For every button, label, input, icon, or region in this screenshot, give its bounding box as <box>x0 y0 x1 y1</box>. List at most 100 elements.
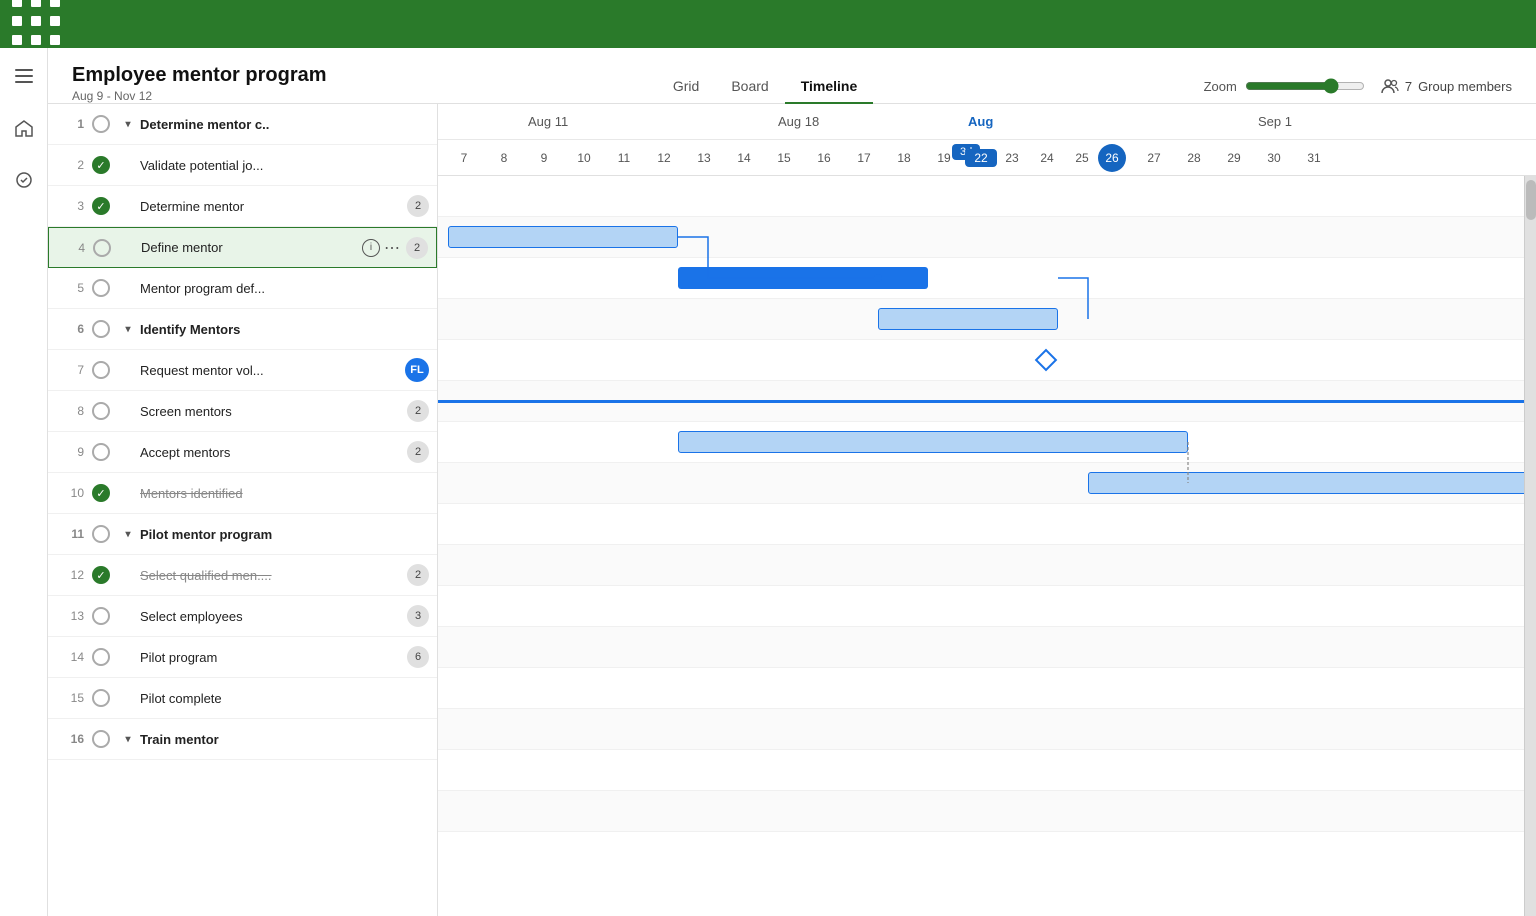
gantt-bar[interactable] <box>678 267 928 289</box>
body-split: 1 ▾ Determine mentor c.. 2 ✓ Validate po… <box>48 104 1536 916</box>
more-options-icon[interactable]: ⋯ <box>384 238 400 258</box>
timeline-row <box>438 258 1536 299</box>
date-labels-row: Aug 11 Aug 18 Aug Sep 1 <box>438 104 1536 140</box>
task-badge: 2 <box>407 400 429 422</box>
row-status <box>90 441 112 463</box>
day-23: 23 <box>996 151 1028 165</box>
timeline-area: Aug 11 Aug 18 Aug Sep 1 7 8 9 10 11 12 1… <box>438 104 1536 916</box>
task-row[interactable]: 1 ▾ Determine mentor c.. <box>48 104 437 145</box>
day-22: 22 <box>965 149 997 167</box>
task-row[interactable]: 5 Mentor program def... <box>48 268 437 309</box>
day-27: 27 <box>1138 151 1170 165</box>
gantt-bar[interactable] <box>438 400 1536 403</box>
row-num: 3 <box>56 199 84 213</box>
row-status <box>90 277 112 299</box>
zoom-control: Zoom <box>1204 78 1365 94</box>
row-status <box>90 113 112 135</box>
main-layout: Employee mentor program Aug 9 - Nov 12 G… <box>0 48 1536 916</box>
status-circle <box>92 115 110 133</box>
tab-board[interactable]: Board <box>715 70 784 104</box>
task-name: Pilot program <box>140 650 401 665</box>
gantt-bar[interactable] <box>878 308 1058 330</box>
row-status <box>90 687 112 709</box>
task-row[interactable]: 11 ▾ Pilot mentor program <box>48 514 437 555</box>
task-row[interactable]: 16 ▾ Train mentor <box>48 719 437 760</box>
timeline-row <box>438 791 1536 832</box>
task-row[interactable]: 4 Define mentor i ⋯ 2 <box>48 227 437 268</box>
gantt-bar[interactable] <box>1088 472 1536 494</box>
task-name: Train mentor <box>140 732 429 747</box>
task-row[interactable]: 12 ✓ Select qualified men.... 2 <box>48 555 437 596</box>
row-num: 14 <box>56 650 84 664</box>
row-num: 7 <box>56 363 84 377</box>
task-row[interactable]: 3 ✓ Determine mentor 2 <box>48 186 437 227</box>
timeline-rows <box>438 176 1536 832</box>
status-check-icon: ✓ <box>92 197 110 215</box>
gantt-diamond[interactable] <box>1035 349 1058 372</box>
day-28: 28 <box>1178 151 1210 165</box>
status-circle <box>92 525 110 543</box>
row-num: 5 <box>56 281 84 295</box>
row-status <box>91 237 113 259</box>
project-title: Employee mentor program <box>72 64 327 87</box>
task-row[interactable]: 6 ▾ Identify Mentors <box>48 309 437 350</box>
task-row[interactable]: 2 ✓ Validate potential jo... <box>48 145 437 186</box>
group-members-count: 7 <box>1405 79 1412 94</box>
task-badge: 2 <box>407 441 429 463</box>
task-row[interactable]: 8 Screen mentors 2 <box>48 391 437 432</box>
task-name: Select employees <box>140 609 401 624</box>
gantt-bar[interactable] <box>678 431 1188 453</box>
timeline-row <box>438 504 1536 545</box>
gantt-bar[interactable] <box>448 226 678 248</box>
group-members-icon <box>1381 77 1399 95</box>
timeline-row <box>438 545 1536 586</box>
row-num: 1 <box>56 117 84 131</box>
status-circle <box>92 279 110 297</box>
tab-grid[interactable]: Grid <box>657 70 715 104</box>
date-aug11: Aug 11 <box>528 114 568 129</box>
hamburger-icon[interactable] <box>8 60 40 92</box>
timeline-row <box>438 750 1536 791</box>
task-row[interactable]: 13 Select employees 3 <box>48 596 437 637</box>
task-row[interactable]: 9 Accept mentors 2 <box>48 432 437 473</box>
chevron-icon[interactable]: ▾ <box>120 324 136 335</box>
tab-timeline[interactable]: Timeline <box>785 70 874 104</box>
group-members-button[interactable]: 7 Group members <box>1381 77 1512 95</box>
chevron-icon[interactable]: ▾ <box>120 529 136 540</box>
day-29: 29 <box>1218 151 1250 165</box>
row-status <box>90 359 112 381</box>
task-name: Pilot mentor program <box>140 527 429 542</box>
task-name: Pilot complete <box>140 691 429 706</box>
task-row[interactable]: 10 ✓ Mentors identified <box>48 473 437 514</box>
task-row[interactable]: 15 Pilot complete <box>48 678 437 719</box>
status-circle <box>92 730 110 748</box>
task-panel: 1 ▾ Determine mentor c.. 2 ✓ Validate po… <box>48 104 438 916</box>
app-launcher-button[interactable] <box>12 0 66 51</box>
task-name: Screen mentors <box>140 404 401 419</box>
status-check-icon: ✓ <box>92 484 110 502</box>
task-badge: 6 <box>407 646 429 668</box>
header-right: Zoom 7 Group members <box>1204 77 1512 103</box>
info-icon[interactable]: i <box>362 239 380 257</box>
task-row[interactable]: 14 Pilot program 6 <box>48 637 437 678</box>
timeline-row <box>438 709 1536 750</box>
zoom-slider[interactable] <box>1245 78 1365 94</box>
top-bar <box>0 0 1536 48</box>
my-tasks-icon[interactable] <box>8 164 40 196</box>
zoom-label: Zoom <box>1204 79 1237 94</box>
row-status <box>90 318 112 340</box>
home-icon[interactable] <box>8 112 40 144</box>
day-12: 12 <box>648 151 680 165</box>
task-row[interactable]: 7 Request mentor vol... FL <box>48 350 437 391</box>
row-status: ✓ <box>90 564 112 586</box>
timeline-scroll[interactable] <box>438 176 1536 916</box>
timeline-row <box>438 422 1536 463</box>
tabs-area: Grid Board Timeline <box>657 70 873 103</box>
day-24: 24 <box>1031 151 1063 165</box>
chevron-icon[interactable]: ▾ <box>120 734 136 745</box>
day-13: 13 <box>688 151 720 165</box>
timeline-row <box>438 586 1536 627</box>
row-num: 15 <box>56 691 84 705</box>
day-16: 16 <box>808 151 840 165</box>
chevron-icon[interactable]: ▾ <box>120 119 136 130</box>
